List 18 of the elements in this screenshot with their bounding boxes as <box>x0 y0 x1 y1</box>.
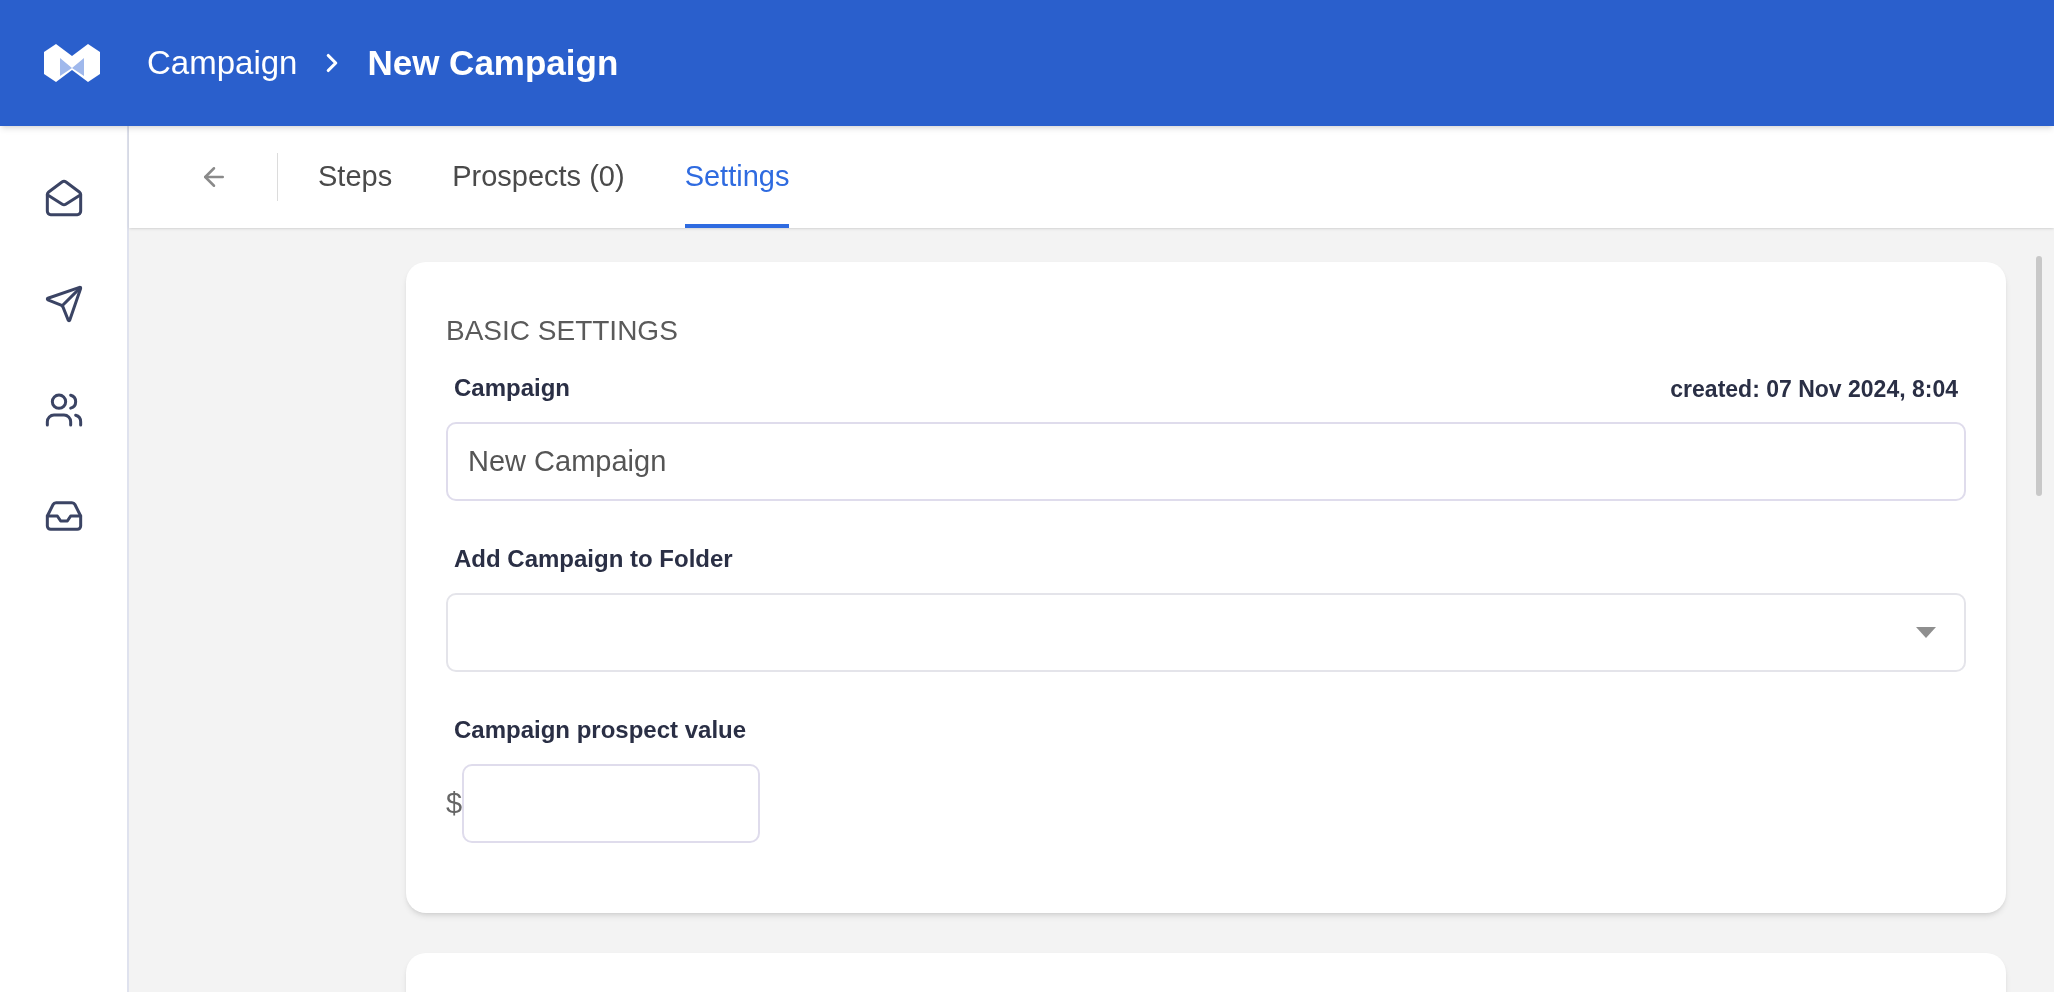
field-label: Add Campaign to Folder <box>453 544 734 574</box>
prospect-value-field[interactable] <box>462 764 761 843</box>
tab[interactable]: Settings <box>684 126 790 228</box>
logo-icon[interactable] <box>42 42 102 84</box>
scrollbar[interactable] <box>2036 256 2042 496</box>
tab[interactable]: Prospects (0) <box>452 126 625 228</box>
dropdown-caret-icon <box>1916 627 1936 638</box>
tab[interactable]: Steps <box>318 126 393 228</box>
campaign-name-field[interactable]: New Campaign <box>446 422 1966 501</box>
currency-symbol: $ <box>446 785 463 821</box>
breadcrumb-link[interactable]: Campaign <box>147 38 298 88</box>
field-label: Campaign prospect value <box>453 715 748 745</box>
paper-plane-icon[interactable] <box>43 284 84 324</box>
section-heading: BASIC SETTINGS <box>446 314 679 348</box>
field-label: Campaign <box>454 373 570 403</box>
created-timestamp: created: 07 Nov 2024, 8:04 <box>1670 374 1958 404</box>
page-title: New Campaign <box>367 41 619 84</box>
envelope-icon[interactable] <box>43 178 84 218</box>
